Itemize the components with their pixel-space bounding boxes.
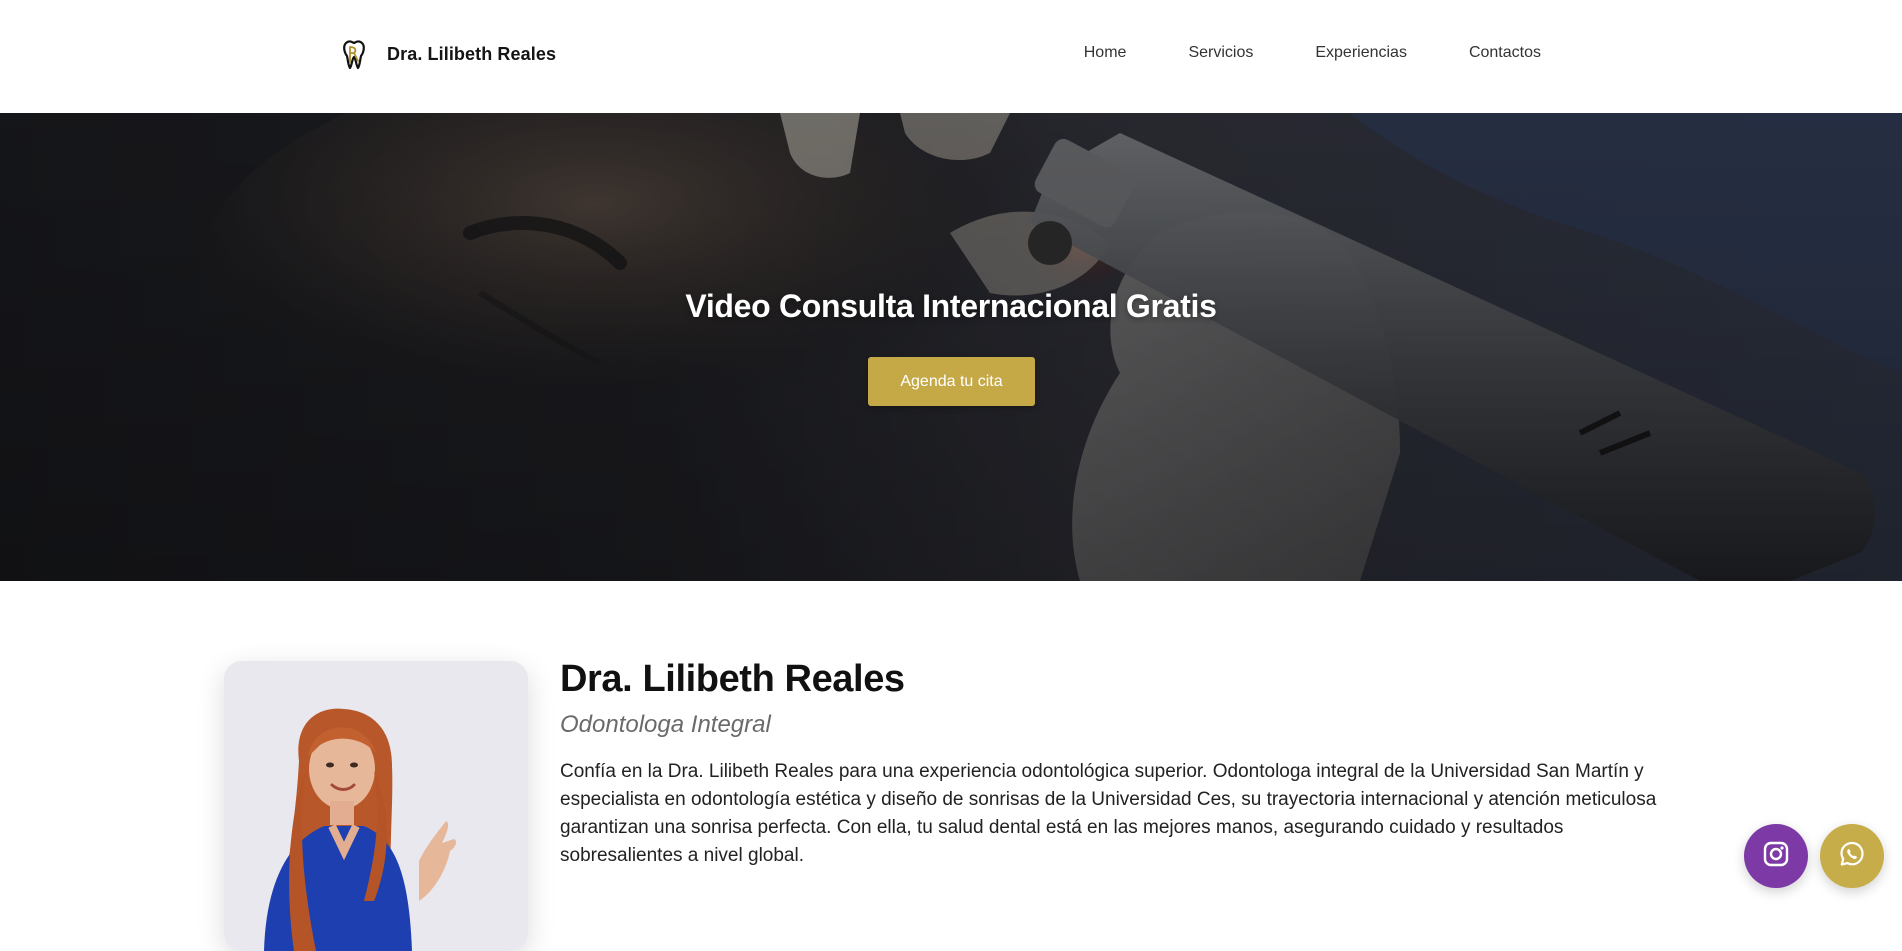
hero-background-image — [0, 113, 1902, 581]
doctor-role: Odontologa Integral — [560, 711, 771, 738]
doctor-name: Dra. Lilibeth Reales — [560, 658, 905, 700]
doctor-portrait-illustration — [224, 661, 528, 951]
site-header: Dra. Lilibeth Reales Home Servicios Expe… — [0, 0, 1902, 113]
tooth-icon — [339, 36, 369, 72]
main-nav: Home Servicios Experiencias Contactos — [1084, 44, 1541, 62]
whatsapp-button[interactable] — [1820, 824, 1884, 888]
nav-experiencias[interactable]: Experiencias — [1315, 44, 1407, 62]
nav-servicios[interactable]: Servicios — [1188, 44, 1253, 62]
nav-home[interactable]: Home — [1084, 44, 1127, 62]
brand[interactable]: Dra. Lilibeth Reales — [339, 34, 556, 74]
hero-section: Video Consulta Internacional Gratis Agen… — [0, 113, 1902, 581]
whatsapp-icon — [1838, 840, 1866, 873]
doctor-description: Confía en la Dra. Lilibeth Reales para u… — [560, 761, 1657, 866]
hero-title: Video Consulta Internacional Gratis — [685, 288, 1217, 324]
brand-name: Dra. Lilibeth Reales — [387, 43, 557, 64]
instagram-icon — [1763, 841, 1789, 872]
instagram-button[interactable] — [1744, 824, 1808, 888]
doctor-portrait — [224, 661, 528, 951]
agenda-cita-button[interactable]: Agenda tu cita — [868, 357, 1035, 406]
nav-contactos[interactable]: Contactos — [1469, 44, 1541, 62]
